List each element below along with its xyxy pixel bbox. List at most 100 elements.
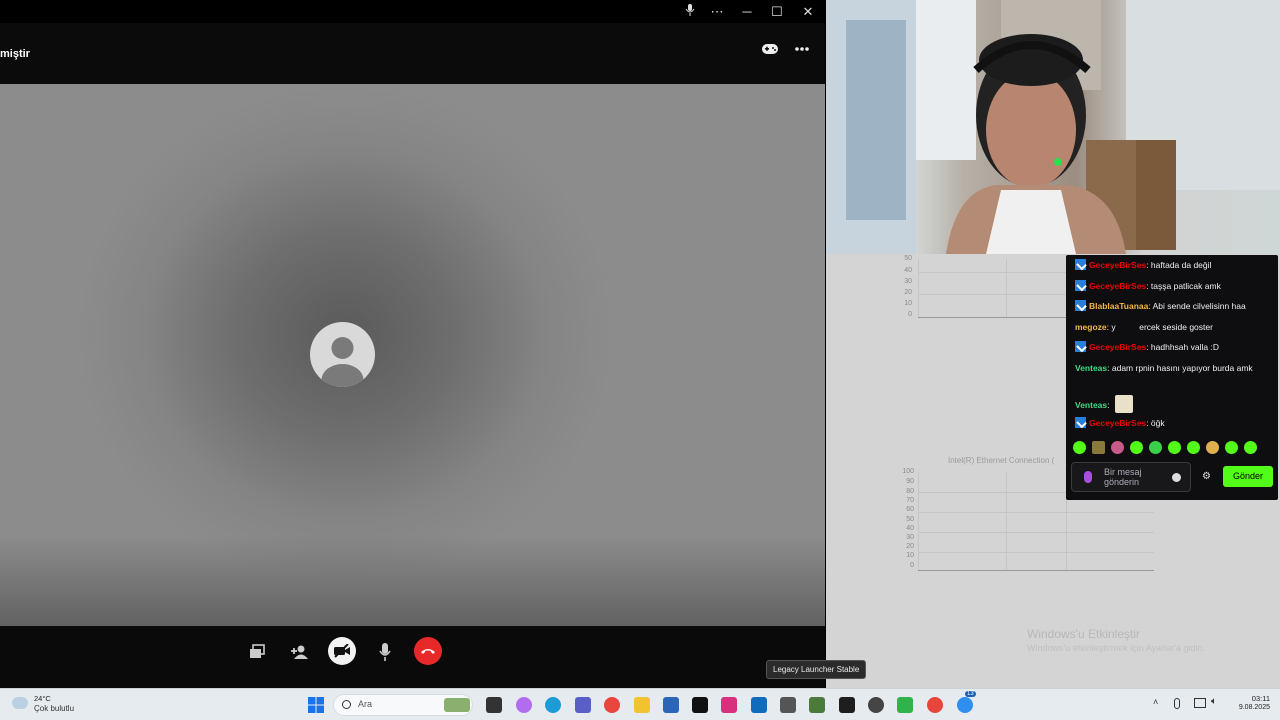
emote-icon[interactable] [1244, 441, 1257, 454]
app-icon[interactable] [780, 697, 796, 713]
chat-username[interactable]: Venteas [1075, 400, 1107, 410]
close-button[interactable]: ✕ [793, 0, 823, 23]
camera-off-button[interactable] [328, 637, 356, 665]
title-bar: ⋯ ─ ☐ ✕ [0, 0, 825, 23]
emote-bar [1073, 441, 1273, 457]
chat-username[interactable]: GeceyeBirSes [1089, 260, 1146, 270]
chat-text: : taşşa patlicak amk [1146, 281, 1221, 291]
graph2-tick: 40 [906, 525, 914, 532]
call-controls [0, 626, 825, 688]
search-icon [342, 700, 351, 709]
emote-icon[interactable] [1225, 441, 1238, 454]
chat-username[interactable]: GeceyeBirSes [1089, 418, 1146, 428]
chrome-icon[interactable] [604, 697, 620, 713]
chat-username[interactable]: BlablaaTuanaa [1089, 301, 1148, 311]
chat-message: BlablaaTuanaa: Abi sende cilvelisinn haa [1075, 299, 1273, 313]
emote-icon[interactable] [1149, 441, 1162, 454]
emote-icon[interactable] [1168, 441, 1181, 454]
file-explorer-icon[interactable] [634, 697, 650, 713]
tiktok-icon[interactable] [692, 697, 708, 713]
emote-icon[interactable] [1187, 441, 1200, 454]
chat-text: : [1107, 400, 1110, 410]
teams-icon[interactable] [575, 697, 591, 713]
chat-message: GeceyeBirSes: haftada da değil [1075, 258, 1273, 272]
copilot-icon[interactable] [516, 697, 532, 713]
send-button[interactable]: Gönder [1223, 466, 1273, 487]
graph2-tick: 30 [906, 534, 914, 541]
verified-badge-icon [1075, 341, 1086, 352]
chat-username[interactable]: GeceyeBirSes [1089, 342, 1146, 352]
display-tray-icon[interactable] [1194, 698, 1206, 708]
clock-date[interactable]: 9.08.2025 [1228, 704, 1270, 711]
call-header: miştir [0, 23, 825, 84]
activation-watermark-title: Windows'u Etkinleştir [1027, 627, 1140, 641]
outlook-icon[interactable] [751, 697, 767, 713]
emote-icon[interactable] [1111, 441, 1124, 454]
emoji-icon[interactable] [1172, 473, 1181, 482]
taskbar-tooltip: Legacy Launcher Stable [766, 660, 867, 679]
graph2-tick: 60 [906, 506, 914, 513]
emote-icon[interactable] [1092, 441, 1105, 454]
instagram-icon[interactable] [721, 697, 737, 713]
graph2-title: Intel(R) Ethernet Connection ( [948, 456, 1055, 465]
verified-badge-icon [1075, 417, 1086, 428]
more-options-icon[interactable]: ⋯ [702, 0, 732, 23]
chat-username[interactable]: Venteas [1075, 363, 1107, 373]
taskbar-search[interactable]: Ara [333, 694, 473, 716]
more-icon[interactable] [790, 37, 814, 61]
end-call-button[interactable] [414, 637, 442, 665]
graph1-tick: 10 [904, 300, 912, 307]
add-person-icon[interactable] [286, 638, 314, 666]
call-window: ⋯ ─ ☐ ✕ miştir [0, 0, 825, 688]
edge-icon[interactable] [545, 697, 561, 713]
chat-panel: GeceyeBirSes: haftada da değil GeceyeBir… [1066, 255, 1278, 500]
graph2-tick: 70 [906, 497, 914, 504]
minimize-button[interactable]: ─ [732, 0, 762, 23]
chat-message: Venteas: adam rpnin hasını yapıyor burda… [1075, 361, 1273, 375]
terminal-icon[interactable] [839, 697, 855, 713]
task-view-icon[interactable] [486, 697, 502, 713]
emote-icon[interactable] [1073, 441, 1086, 454]
graph2-tick: 90 [906, 478, 914, 485]
search-highlight-icon [444, 698, 470, 712]
chrome-profile-icon[interactable] [927, 697, 943, 713]
graph2-tick: 20 [906, 543, 914, 550]
messenger-icon[interactable]: 13 [957, 691, 976, 713]
user-avatar-icon [310, 322, 375, 387]
microphone-tray-icon[interactable] [1174, 698, 1180, 709]
chevron-up-icon[interactable]: ˄ [1153, 697, 1158, 707]
screen-share-icon[interactable] [243, 638, 271, 666]
chat-username[interactable]: GeceyeBirSes [1089, 281, 1146, 291]
obs-icon[interactable] [868, 697, 884, 713]
chat-text: : öğk [1146, 418, 1165, 428]
clock-time[interactable]: 03:11 [1240, 694, 1270, 703]
chat-message: GeceyeBirSes: taşşa patlicak amk [1075, 279, 1273, 293]
legacy-launcher-icon[interactable] [809, 697, 825, 713]
kick-icon[interactable] [897, 697, 913, 713]
settings-gear-icon[interactable]: ⚙ [1202, 471, 1211, 482]
emote-icon[interactable] [1130, 441, 1143, 454]
chat-input[interactable]: Bir mesaj gönderin [1071, 462, 1191, 492]
video-area [0, 84, 825, 626]
graph2-tick: 0 [910, 562, 914, 569]
chat-text: : hadhhsah valla :D [1146, 342, 1219, 352]
maximize-button[interactable]: ☐ [762, 0, 792, 23]
call-title: miştir [0, 48, 30, 60]
chat-message: GeceyeBirSes: öğk [1075, 416, 1273, 430]
graph2-tick: 80 [906, 488, 914, 495]
chat-username[interactable]: megoze [1075, 322, 1107, 332]
windows-start-icon[interactable] [308, 697, 324, 713]
webcam-feed [826, 0, 1280, 254]
verified-badge-icon [1075, 280, 1086, 291]
graph1-tick: 0 [908, 311, 912, 318]
volume-icon[interactable]: 🔈︎ [1211, 696, 1217, 707]
graph1-tick: 40 [904, 267, 912, 274]
emote-icon[interactable] [1206, 441, 1219, 454]
store-icon[interactable] [663, 697, 679, 713]
search-placeholder: Ara [358, 699, 373, 709]
mic-icon[interactable] [1084, 471, 1092, 483]
gamepad-icon[interactable] [758, 37, 782, 61]
mic-icon[interactable] [675, 0, 705, 23]
microphone-icon[interactable] [371, 638, 399, 666]
chat-message: Venteas: [1075, 395, 1273, 413]
